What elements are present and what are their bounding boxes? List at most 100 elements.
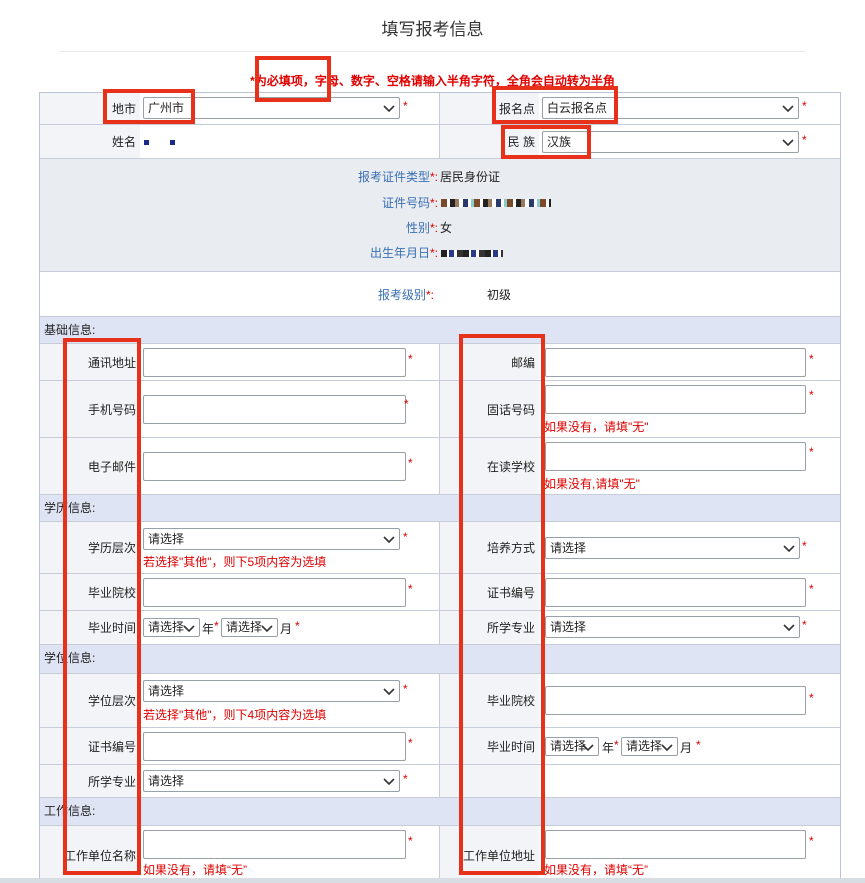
current-school-input[interactable] (545, 442, 806, 471)
row-degree-major: 所学专业 请选择 * (40, 765, 840, 798)
page-title: 填写报考信息 (381, 20, 484, 39)
exam-level-value: 初级 (487, 288, 512, 302)
required-mark: *: (429, 196, 438, 210)
edu-mode-select[interactable]: 请选择 (545, 537, 800, 559)
company-hint: 如果没有，请填“无” (143, 863, 247, 877)
highlight-box-left-labels (63, 338, 141, 875)
section-education: 学历信息: (40, 495, 840, 522)
degree-year-select[interactable]: 请选择 (545, 737, 599, 756)
degree-month-select[interactable]: 请选择 (621, 737, 678, 756)
chevron-down-icon (383, 688, 395, 696)
row-degree-level-school: 学位层次 请选择 * 若选择"其他"，则下4项内容为选填 毕业院校 * (40, 674, 840, 728)
chevron-down-icon (582, 744, 594, 752)
required-mark: * (403, 530, 408, 544)
chevron-down-icon (782, 139, 794, 147)
required-mark: * (802, 618, 807, 632)
chevron-down-icon (783, 545, 795, 553)
postcode-input[interactable] (545, 348, 806, 377)
edu-month-select-value: 请选择 (226, 620, 263, 634)
required-mark: * (214, 619, 219, 633)
required-mark: * (809, 388, 814, 402)
row-edu-time-major: 毕业时间 请选择 年 * 请选择 月 * 所学专业 请选择 * (40, 611, 840, 645)
required-mark: * (809, 582, 814, 596)
required-mark: *: (425, 288, 434, 302)
chevron-down-icon (782, 105, 794, 113)
required-mark: * (408, 834, 413, 848)
highlight-box-required-star (255, 56, 331, 102)
required-mark: *: (429, 221, 438, 235)
degree-level-select[interactable]: 请选择 (143, 680, 400, 702)
row-address-postcode: 通讯地址 * 邮编 * (40, 344, 840, 381)
month-unit: 月 (680, 741, 693, 755)
row-email-school: 电子邮件 * 在读学校 * 如果没有,请填"无" (40, 438, 840, 495)
edu-month-select[interactable]: 请选择 (221, 618, 278, 637)
section-degree: 学位信息: (40, 645, 840, 674)
required-mark: * (404, 397, 409, 411)
edu-level-select-value: 请选择 (148, 532, 185, 546)
address-hint: 如果没有，请填“无” (544, 863, 648, 877)
company-name-input[interactable] (143, 830, 406, 859)
gender-value: 女 (440, 221, 453, 235)
edu-major-select[interactable]: 请选择 (545, 616, 800, 638)
section-basic: 基础信息: (40, 317, 840, 344)
mobile-input[interactable] (143, 395, 406, 424)
highlight-box-city (103, 89, 195, 124)
degree-year-select-value: 请选择 (550, 739, 587, 753)
level-label-wrap: 报考级别*: (40, 286, 434, 303)
degree-month-select-value: 请选择 (626, 739, 663, 753)
month-unit: 月 (280, 622, 293, 636)
required-mark: *: (429, 170, 438, 184)
required-mark: * (403, 772, 408, 786)
degree-major-select-value: 请选择 (148, 774, 185, 788)
chevron-down-icon (383, 536, 395, 544)
redacted-birthdate (441, 250, 503, 257)
year-unit: 年 (602, 741, 615, 755)
edu-mode-select-value: 请选择 (550, 541, 587, 555)
required-mark: * (408, 582, 413, 596)
required-mark: *: (429, 246, 438, 260)
redacted-id-number (441, 199, 551, 207)
required-mark: * (802, 133, 807, 147)
edu-cert-input[interactable] (545, 578, 806, 607)
email-input[interactable] (143, 452, 406, 481)
required-mark: * (614, 738, 619, 752)
required-mark: * (408, 352, 413, 366)
birth-label-wrap: 出生年月日*: (40, 244, 438, 261)
address-input[interactable] (143, 348, 406, 377)
edu-year-select[interactable]: 请选择 (143, 618, 200, 637)
chevron-down-icon (383, 778, 395, 786)
degree-cert-input[interactable] (143, 732, 406, 761)
row-exam-level: 报考级别*: 初级 (40, 272, 840, 317)
title-divider (60, 51, 805, 52)
redacted-name (170, 140, 175, 145)
redacted-name (144, 140, 149, 145)
birth-label: 出生年月日 (369, 246, 430, 260)
highlight-box-ethnic (501, 125, 591, 159)
required-mark: * (295, 619, 300, 633)
degree-school-input[interactable] (545, 686, 806, 715)
required-mark: * (403, 99, 408, 113)
required-mark: * (403, 682, 408, 696)
phone-input[interactable] (545, 385, 806, 414)
idtype-value: 居民身份证 (440, 170, 501, 184)
required-mark: * (809, 691, 814, 705)
school-hint: 如果没有,请填"无" (544, 477, 640, 491)
required-mark: * (408, 736, 413, 750)
degree-major-select[interactable]: 请选择 (143, 770, 400, 792)
edu-level-select[interactable]: 请选择 (143, 528, 400, 550)
identity-block: 报考证件类型*: 居民身份证 证件号码*: 性别*: 女 出生年月日*: (40, 159, 840, 272)
idtype-label: 报考证件类型 (357, 170, 430, 184)
exam-level-label: 报考级别 (377, 288, 426, 302)
edu-school-input[interactable] (143, 578, 406, 607)
section-work: 工作信息: (40, 798, 840, 826)
bottom-scroll-edge (0, 878, 865, 883)
registration-form: 地市 广州市 * 报名点 白云报名点 * 姓名 民 族 汉族 * 报考证件类型*… (39, 92, 841, 883)
gender-label-wrap: 性别*: (40, 219, 438, 236)
highlight-box-site (492, 86, 618, 124)
chevron-down-icon (183, 625, 195, 633)
required-mark: * (408, 456, 413, 470)
chevron-down-icon (383, 105, 395, 113)
required-mark: * (809, 445, 814, 459)
edu-year-select-value: 请选择 (148, 620, 185, 634)
company-address-input[interactable] (545, 830, 806, 859)
